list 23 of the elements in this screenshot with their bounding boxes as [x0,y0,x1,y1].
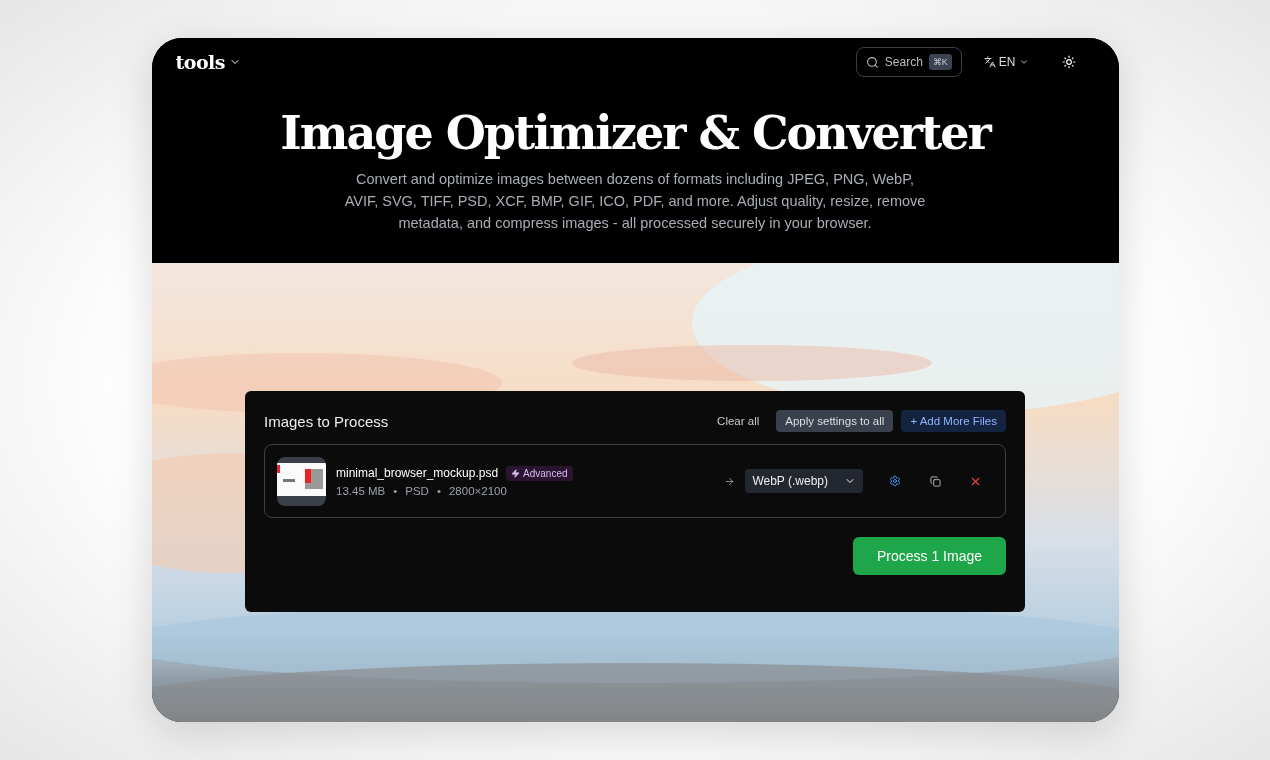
page-title: Image Optimizer & Converter [279,106,993,160]
advanced-badge: Advanced [506,465,573,481]
bullet-separator: • [393,484,398,497]
file-detail: 2800×2100 [448,484,507,497]
bullet-separator: • [436,484,441,497]
file-detail: 13.45 MB [336,484,386,497]
translate-icon [983,56,996,68]
file-detail: PSD [405,484,429,497]
page-description: Convert and optimize images between dozens of formats including JPEG, PNG, WebP, AVIF, SVG, TIFF, PSD, XCF, BMP, GIF, ICO, PDF, and more. Adjust quality, resize, remove metadata, and compress images - all processed securely in your browser. [343,170,927,233]
search-button[interactable]: Search ⌘K [855,47,962,77]
file-name: minimal_browser_mockup.psd [336,466,499,480]
format-select[interactable]: WebP (.webp) [745,469,863,493]
clear-all-button[interactable]: Clear all [708,410,769,432]
shortcut-key: ⌘K [928,54,952,70]
language-menu[interactable]: EN [983,55,1029,69]
panel-title: Images to Process [264,412,390,430]
logo-menu[interactable]: tools [175,51,242,73]
arrow-icon [724,475,736,487]
file-thumbnail-drawing [277,456,326,506]
add-files-button[interactable]: + Add More Files [901,410,1006,432]
apply-settings-button[interactable]: Apply settings to all [776,410,894,432]
search-icon [865,55,879,69]
chevron-down-icon [1018,57,1029,67]
